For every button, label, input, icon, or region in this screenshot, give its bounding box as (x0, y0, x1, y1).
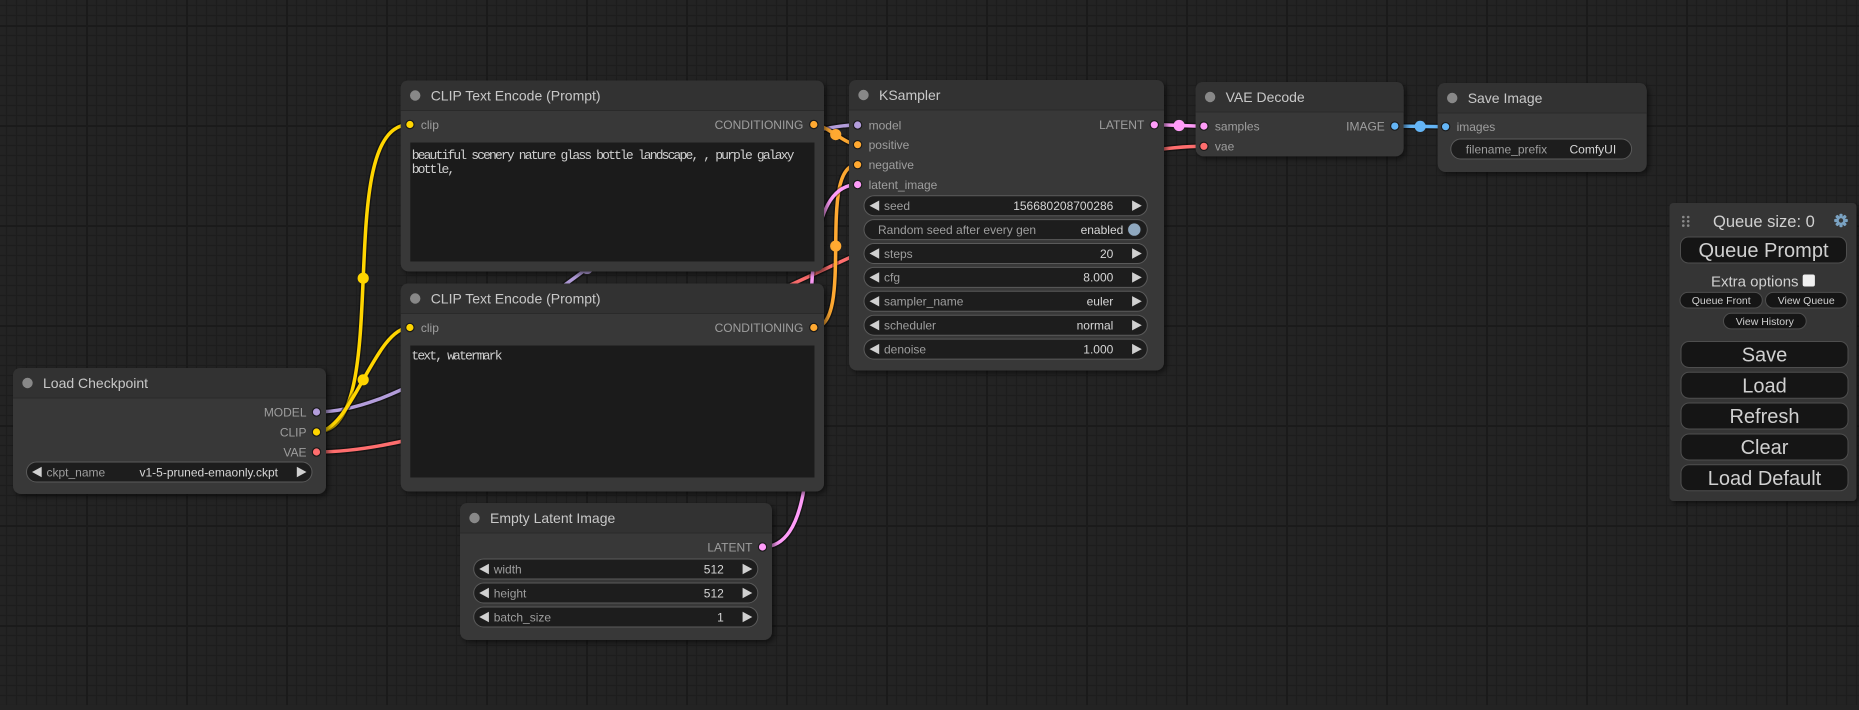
svg-text:samples: samples (1215, 119, 1260, 133)
svg-text:text, watermark: text, watermark (411, 349, 502, 364)
svg-text:Load Default: Load Default (1708, 468, 1822, 490)
svg-text:Save Image: Save Image (1468, 90, 1543, 106)
svg-text:Load Checkpoint: Load Checkpoint (43, 375, 148, 391)
svg-text:clip: clip (421, 118, 439, 132)
svg-text:Empty Latent Image: Empty Latent Image (490, 510, 616, 526)
svg-text:IMAGE: IMAGE (1346, 119, 1385, 133)
svg-text:Queue size: 0: Queue size: 0 (1713, 213, 1815, 231)
svg-text:LATENT: LATENT (1099, 118, 1145, 132)
svg-text:euler: euler (1087, 295, 1114, 309)
svg-text:steps: steps (884, 247, 913, 261)
svg-text:filename_prefix: filename_prefix (1466, 142, 1547, 156)
svg-text:VAE: VAE (283, 445, 306, 459)
svg-text:Random seed after every gen: Random seed after every gen (878, 223, 1036, 237)
svg-text:CONDITIONING: CONDITIONING (715, 118, 804, 132)
svg-text:LATENT: LATENT (707, 540, 753, 554)
svg-text:ckpt_name: ckpt_name (47, 465, 106, 479)
svg-text:Queue Front: Queue Front (1692, 295, 1751, 307)
svg-text:Load: Load (1742, 375, 1787, 397)
svg-text:VAE Decode: VAE Decode (1226, 89, 1305, 105)
svg-text:beautiful scenery nature glass: beautiful scenery nature glass bottle la… (412, 148, 795, 163)
svg-text:1.000: 1.000 (1083, 342, 1113, 356)
svg-text:View History: View History (1736, 316, 1795, 328)
svg-text:ComfyUI: ComfyUI (1570, 142, 1617, 156)
svg-text:Refresh: Refresh (1729, 406, 1799, 428)
svg-text:Queue Prompt: Queue Prompt (1698, 240, 1829, 262)
svg-text:positive: positive (869, 138, 910, 152)
svg-text:Save: Save (1742, 345, 1788, 367)
svg-text:CLIP Text Encode (Prompt): CLIP Text Encode (Prompt) (431, 291, 601, 307)
svg-text:512: 512 (704, 562, 724, 576)
svg-text:20: 20 (1100, 247, 1114, 261)
svg-text:denoise: denoise (884, 342, 926, 356)
svg-text:cfg: cfg (884, 271, 900, 285)
svg-text:MODEL: MODEL (264, 405, 307, 419)
svg-text:vae: vae (1215, 140, 1235, 154)
svg-text:bottle,: bottle, (412, 162, 454, 177)
svg-text:enabled: enabled (1081, 223, 1124, 237)
svg-text:v1-5-pruned-emaonly.ckpt: v1-5-pruned-emaonly.ckpt (139, 465, 278, 479)
svg-text:CLIP Text Encode (Prompt): CLIP Text Encode (Prompt) (431, 88, 601, 104)
svg-text:width: width (493, 562, 522, 576)
svg-text:8.000: 8.000 (1083, 271, 1113, 285)
svg-text:1: 1 (717, 610, 724, 624)
svg-text:CONDITIONING: CONDITIONING (715, 321, 804, 335)
svg-text:images: images (1457, 120, 1496, 134)
svg-text:negative: negative (869, 158, 915, 172)
svg-text:Extra options: Extra options (1711, 273, 1799, 290)
svg-text:model: model (869, 118, 902, 132)
svg-text:batch_size: batch_size (494, 610, 552, 624)
svg-text:latent_image: latent_image (869, 178, 938, 192)
svg-text:clip: clip (421, 321, 439, 335)
svg-text:scheduler: scheduler (884, 319, 936, 333)
svg-text:512: 512 (704, 586, 724, 600)
svg-text:KSampler: KSampler (879, 87, 941, 103)
svg-text:CLIP: CLIP (280, 425, 307, 439)
svg-text:156680208700286: 156680208700286 (1013, 199, 1113, 213)
svg-text:seed: seed (884, 199, 910, 213)
svg-text:sampler_name: sampler_name (884, 295, 964, 309)
svg-text:height: height (494, 586, 527, 600)
svg-text:View Queue: View Queue (1778, 295, 1835, 307)
svg-text:normal: normal (1077, 319, 1114, 333)
svg-text:Clear: Clear (1741, 437, 1789, 459)
